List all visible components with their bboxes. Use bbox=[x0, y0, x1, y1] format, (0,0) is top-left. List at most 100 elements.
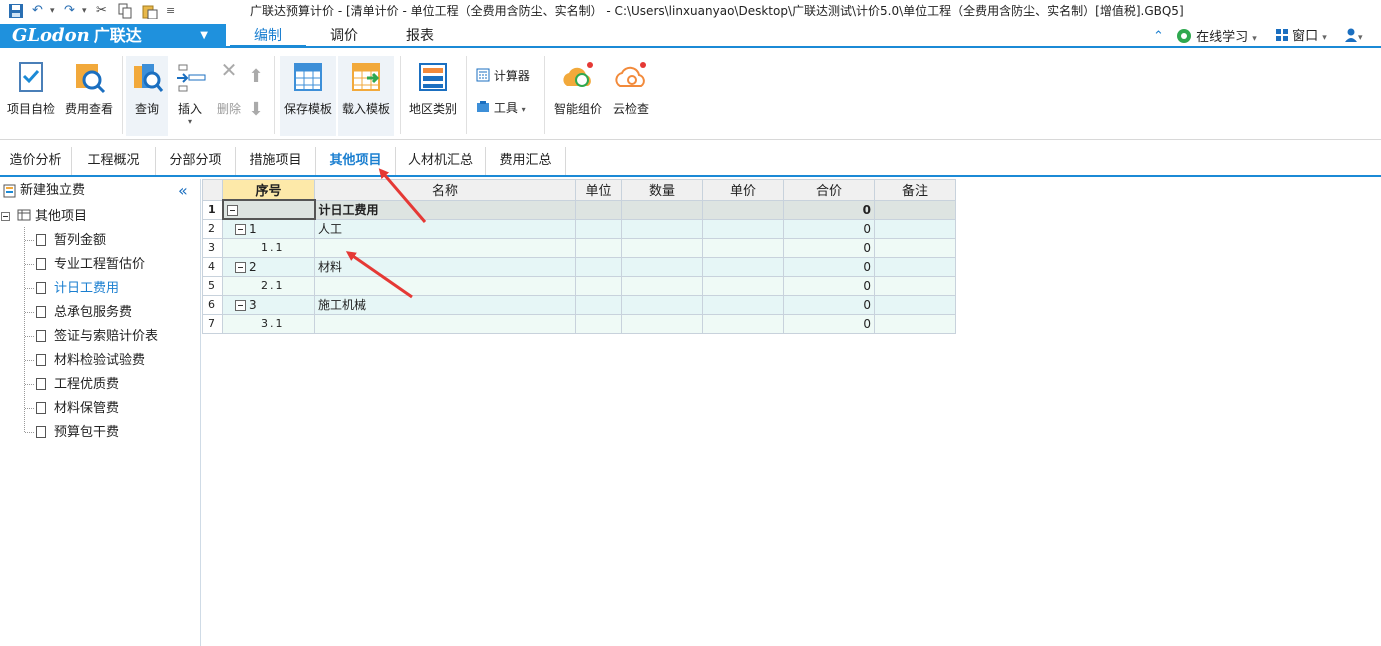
unit-price-cell[interactable] bbox=[702, 237, 784, 258]
tree-item-daywork[interactable]: 计日工费用 bbox=[36, 278, 119, 300]
seq-cell[interactable]: 1 bbox=[222, 218, 315, 239]
redo-icon[interactable]: ↷ bbox=[64, 3, 75, 19]
total-cell[interactable]: 0 bbox=[783, 313, 875, 334]
remark-cell[interactable] bbox=[874, 218, 956, 239]
seq-cell[interactable]: 2 bbox=[222, 256, 315, 277]
customize-toolbar-icon[interactable]: ≡ bbox=[166, 3, 175, 19]
insert-dropdown-icon[interactable]: ▾ bbox=[170, 117, 210, 126]
tree-item-specialty-estimate[interactable]: 专业工程暂估价 bbox=[36, 254, 145, 276]
copy-icon[interactable] bbox=[118, 3, 132, 19]
total-cell[interactable]: 0 bbox=[783, 294, 875, 315]
tree-item-general-contract-service[interactable]: 总承包服务费 bbox=[36, 302, 132, 324]
total-cell[interactable]: 0 bbox=[783, 275, 875, 296]
table-row[interactable]: 4 2 材料 0 bbox=[202, 256, 956, 277]
project-self-check-button[interactable]: 项目自检 bbox=[4, 56, 58, 136]
column-header-remark[interactable]: 备注 bbox=[874, 179, 956, 201]
seq-cell[interactable]: 3.1 bbox=[222, 313, 315, 334]
menu-tab-edit[interactable]: 编制 bbox=[230, 24, 306, 48]
tab-sub-items[interactable]: 分部分项 bbox=[156, 147, 236, 175]
column-header-quantity[interactable]: 数量 bbox=[621, 179, 703, 201]
column-header-total[interactable]: 合价 bbox=[783, 179, 875, 201]
tab-labor-material-summary[interactable]: 人材机汇总 bbox=[396, 147, 486, 175]
quantity-cell[interactable] bbox=[621, 275, 703, 296]
table-row[interactable]: 6 3 施工机械 0 bbox=[202, 294, 956, 315]
cloud-check-button[interactable]: 云检查 bbox=[608, 56, 654, 136]
new-standalone-fee-button[interactable]: 新建独立费 « bbox=[0, 179, 201, 203]
remark-cell[interactable] bbox=[874, 199, 956, 220]
collapse-toggle-icon[interactable] bbox=[235, 261, 246, 273]
paste-icon[interactable] bbox=[142, 3, 158, 20]
column-header-name[interactable]: 名称 bbox=[314, 179, 576, 201]
unit-price-cell[interactable] bbox=[702, 275, 784, 296]
collapse-ribbon-icon[interactable]: ⌃ bbox=[1153, 28, 1164, 46]
move-up-icon[interactable]: ⬆ bbox=[246, 66, 266, 87]
remark-cell[interactable] bbox=[874, 237, 956, 258]
unit-cell[interactable] bbox=[575, 275, 622, 296]
quantity-cell[interactable] bbox=[621, 237, 703, 258]
quantity-cell[interactable] bbox=[621, 218, 703, 239]
app-logo[interactable]: GLodon 广联达 ▼ bbox=[0, 24, 226, 48]
insert-button[interactable]: 插入 ▾ bbox=[170, 56, 210, 136]
tree-root-other-items[interactable]: 其他项目 bbox=[17, 206, 87, 228]
region-category-button[interactable]: 地区类别 bbox=[404, 56, 462, 136]
tree-item-quality-fee[interactable]: 工程优质费 bbox=[36, 374, 119, 396]
query-button[interactable]: 查询 bbox=[126, 56, 168, 136]
tree-item-provisional-sum[interactable]: 暂列金额 bbox=[36, 230, 106, 252]
unit-cell[interactable] bbox=[575, 256, 622, 277]
column-header-unit-price[interactable]: 单价 bbox=[702, 179, 784, 201]
tab-cost-analysis[interactable]: 造价分析 bbox=[0, 147, 72, 175]
seq-cell[interactable] bbox=[221, 199, 316, 220]
table-row[interactable]: 7 3.1 0 bbox=[202, 313, 956, 334]
tree-item-visa-claim[interactable]: 签证与索赔计价表 bbox=[36, 326, 158, 348]
name-cell[interactable] bbox=[314, 313, 576, 334]
delete-button[interactable]: ✕ 删除 bbox=[212, 56, 246, 136]
seq-cell[interactable]: 3 bbox=[222, 294, 315, 315]
column-header-unit[interactable]: 单位 bbox=[575, 179, 622, 201]
name-cell[interactable]: 计日工费用 bbox=[314, 199, 576, 220]
total-cell[interactable]: 0 bbox=[783, 199, 875, 220]
quantity-cell[interactable] bbox=[621, 199, 703, 220]
remark-cell[interactable] bbox=[874, 256, 956, 277]
quantity-cell[interactable] bbox=[621, 256, 703, 277]
undo-icon[interactable]: ↶ bbox=[32, 3, 43, 19]
tree-item-budget-lump-sum[interactable]: 预算包干费 bbox=[36, 422, 119, 444]
collapse-toggle-icon[interactable] bbox=[235, 223, 246, 235]
tab-project-overview[interactable]: 工程概况 bbox=[72, 147, 156, 175]
collapse-sidebar-icon[interactable]: « bbox=[178, 179, 188, 203]
table-row[interactable]: 1 计日工费用 0 bbox=[202, 199, 956, 220]
smart-pricing-button[interactable]: 智能组价 bbox=[550, 56, 606, 136]
online-learning-menu[interactable]: 在线学习 ▾ bbox=[1176, 28, 1257, 46]
unit-price-cell[interactable] bbox=[702, 218, 784, 239]
column-header-seq[interactable]: 序号 bbox=[222, 179, 315, 201]
seq-cell[interactable]: 2.1 bbox=[222, 275, 315, 296]
tree-item-material-test[interactable]: 材料检验试验费 bbox=[36, 350, 145, 372]
save-icon[interactable] bbox=[8, 3, 24, 19]
name-cell[interactable] bbox=[314, 237, 576, 258]
unit-cell[interactable] bbox=[575, 199, 622, 220]
table-row[interactable]: 2 1 人工 0 bbox=[202, 218, 956, 239]
table-row[interactable]: 5 2.1 0 bbox=[202, 275, 956, 296]
unit-price-cell[interactable] bbox=[702, 313, 784, 334]
calculator-button[interactable]: 计算器 bbox=[476, 66, 530, 86]
redo-dropdown-icon[interactable]: ▾ bbox=[82, 3, 87, 19]
menu-tab-report[interactable]: 报表 bbox=[382, 24, 458, 48]
total-cell[interactable]: 0 bbox=[783, 218, 875, 239]
table-row[interactable]: 3 1.1 0 bbox=[202, 237, 956, 258]
remark-cell[interactable] bbox=[874, 275, 956, 296]
total-cell[interactable]: 0 bbox=[783, 256, 875, 277]
collapse-toggle-icon[interactable] bbox=[226, 204, 238, 216]
unit-cell[interactable] bbox=[575, 237, 622, 258]
cut-icon[interactable]: ✂ bbox=[96, 3, 107, 19]
seq-cell[interactable]: 1.1 bbox=[222, 237, 315, 258]
undo-dropdown-icon[interactable]: ▾ bbox=[50, 3, 55, 19]
user-icon[interactable]: ▾ bbox=[1344, 28, 1363, 46]
name-cell[interactable] bbox=[314, 275, 576, 296]
quantity-cell[interactable] bbox=[621, 294, 703, 315]
unit-price-cell[interactable] bbox=[702, 294, 784, 315]
tools-button[interactable]: 工具 ▾ bbox=[476, 98, 526, 118]
name-cell[interactable]: 材料 bbox=[314, 256, 576, 277]
name-cell[interactable]: 施工机械 bbox=[314, 294, 576, 315]
unit-cell[interactable] bbox=[575, 313, 622, 334]
tab-measures[interactable]: 措施项目 bbox=[236, 147, 316, 175]
unit-cell[interactable] bbox=[575, 218, 622, 239]
